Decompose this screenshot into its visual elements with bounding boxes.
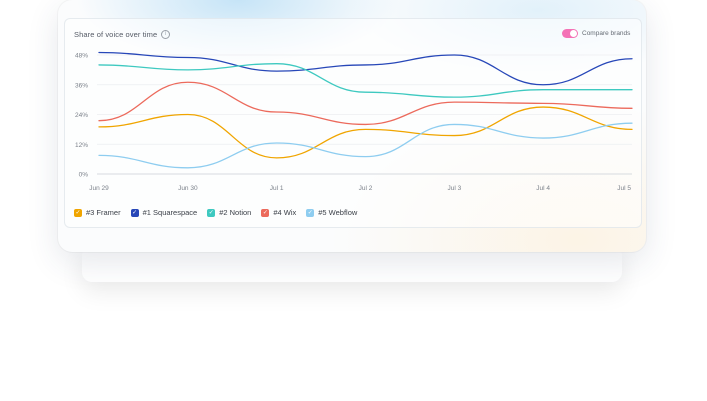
legend-label: #3 Framer xyxy=(86,208,121,217)
legend-item[interactable]: ✓ #1 Squarespace xyxy=(130,208,198,217)
x-tick-label: Jul 2 xyxy=(359,185,373,192)
legend-item[interactable]: ✓ #4 Wix xyxy=(261,208,296,217)
legend-checkbox-icon[interactable]: ✓ xyxy=(207,208,216,217)
x-tick-label: Jul 3 xyxy=(447,185,461,192)
y-tick-label: 0% xyxy=(79,172,89,179)
legend-checkbox-icon[interactable]: ✓ xyxy=(130,208,139,217)
legend-checkbox-icon[interactable]: ✓ xyxy=(261,208,270,217)
legend-label: #4 Wix xyxy=(273,208,297,217)
x-tick-label: Jun 29 xyxy=(89,185,109,192)
x-tick-label: Jul 1 xyxy=(270,185,284,192)
legend-checkbox-icon[interactable]: ✓ xyxy=(74,208,82,217)
x-tick-label: Jun 30 xyxy=(178,185,198,192)
line-chart: 48% 36% 24% 12% 0%Jun 29 Jun 30 Jul 1 Jul 2 Jul … xyxy=(75,51,633,192)
legend-label: #5 Webflow xyxy=(318,208,358,217)
x-tick-label: Jul 5 xyxy=(617,185,631,192)
chart-legend: ✓ #3 Framer ✓ #1 Squarespace ✓ #2 Notion ✓ #4 W… xyxy=(74,208,357,217)
series-line[interactable] xyxy=(98,63,633,98)
y-tick-label: 48% xyxy=(75,53,88,60)
series-line[interactable] xyxy=(98,81,633,126)
legend-label: #2 Notion xyxy=(219,208,252,217)
y-tick-label: 36% xyxy=(75,82,88,89)
legend-label: #1 Squarespace xyxy=(142,208,198,217)
y-tick-label: 24% xyxy=(75,112,88,119)
legend-item[interactable]: ✓ #2 Notion xyxy=(207,208,251,217)
legend-item[interactable]: ✓ #3 Framer xyxy=(74,208,121,217)
series-line[interactable] xyxy=(98,51,633,86)
legend-checkbox-icon[interactable]: ✓ xyxy=(306,208,315,217)
x-tick-label: Jul 4 xyxy=(536,185,550,192)
legend-item[interactable]: ✓ #5 Webflow xyxy=(306,208,357,217)
y-tick-label: 12% xyxy=(75,142,88,149)
